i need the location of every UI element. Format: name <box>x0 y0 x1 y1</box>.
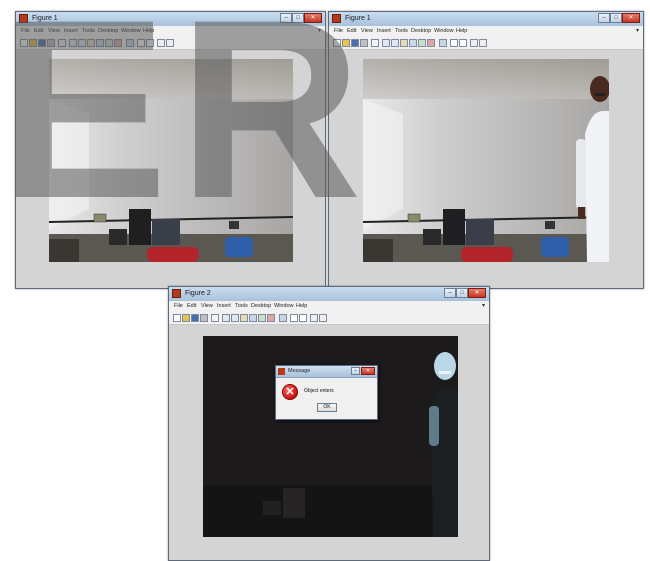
figure-toolbar <box>169 312 489 325</box>
menu-view[interactable]: View <box>361 26 373 37</box>
menu-overflow-icon[interactable]: ▾ <box>482 301 485 312</box>
colorbar-icon[interactable] <box>450 39 458 47</box>
menu-window[interactable]: Window <box>434 26 454 37</box>
menu-desktop[interactable]: Desktop <box>251 301 271 312</box>
open-icon[interactable] <box>182 314 190 322</box>
matlab-icon <box>172 289 181 298</box>
matlab-icon <box>278 368 285 375</box>
show-plot-tools-icon[interactable] <box>319 314 327 322</box>
data-cursor-icon[interactable] <box>258 314 266 322</box>
close-icon[interactable]: ✕ <box>361 367 375 375</box>
link-icon[interactable] <box>279 314 287 322</box>
hide-plot-tools-icon[interactable] <box>310 314 318 322</box>
pan-icon[interactable] <box>400 39 408 47</box>
minimize-icon[interactable]: – <box>351 367 360 375</box>
rotate-icon[interactable] <box>249 314 257 322</box>
menu-tools[interactable]: Tools <box>395 26 408 37</box>
rotate-icon[interactable] <box>409 39 417 47</box>
minimize-icon[interactable]: – <box>444 288 456 298</box>
legend-icon[interactable] <box>299 314 307 322</box>
new-figure-icon[interactable] <box>173 314 181 322</box>
room-with-person-image <box>363 59 609 262</box>
close-icon[interactable]: ✕ <box>622 13 640 23</box>
figure-toolbar <box>329 37 643 50</box>
zoom-in-icon[interactable] <box>382 39 390 47</box>
window-title: Figure 2 <box>185 290 211 297</box>
maximize-icon[interactable]: □ <box>610 13 622 23</box>
menu-desktop[interactable]: Desktop <box>411 26 431 37</box>
menu-insert[interactable]: Insert <box>377 26 391 37</box>
watermark-letter-e: E <box>0 0 169 252</box>
figure-window-3: Figure 2 – □ ✕ File Edit View Insert Too… <box>168 286 490 561</box>
zoom-in-icon[interactable] <box>222 314 230 322</box>
menu-window[interactable]: Window <box>274 301 294 312</box>
pan-icon[interactable] <box>240 314 248 322</box>
menu-insert[interactable]: Insert <box>217 301 231 312</box>
ok-button[interactable]: OK <box>317 403 337 412</box>
menu-overflow-icon[interactable]: ▾ <box>636 26 639 37</box>
message-dialog: Message – ✕ ✕ Object enters OK <box>275 365 378 420</box>
dialog-message: Object enters <box>304 388 334 394</box>
title-bar[interactable]: Figure 1 – □ ✕ <box>329 12 643 27</box>
zoom-out-icon[interactable] <box>391 39 399 47</box>
link-icon[interactable] <box>439 39 447 47</box>
menu-help[interactable]: Help <box>296 301 307 312</box>
camera-frame-person-entering <box>363 59 609 262</box>
error-icon: ✕ <box>282 384 298 400</box>
watermark-letter-r: R <box>178 0 363 252</box>
legend-icon[interactable] <box>459 39 467 47</box>
zoom-out-icon[interactable] <box>231 314 239 322</box>
menu-tools[interactable]: Tools <box>235 301 248 312</box>
edit-plot-icon[interactable] <box>211 314 219 322</box>
minimize-icon[interactable]: – <box>598 13 610 23</box>
data-cursor-icon[interactable] <box>418 39 426 47</box>
colorbar-icon[interactable] <box>290 314 298 322</box>
menu-help[interactable]: Help <box>456 26 467 37</box>
menu-view[interactable]: View <box>201 301 213 312</box>
dialog-title-bar[interactable]: Message – ✕ <box>276 366 377 378</box>
save-icon[interactable] <box>191 314 199 322</box>
edit-plot-icon[interactable] <box>371 39 379 47</box>
print-icon[interactable] <box>200 314 208 322</box>
show-plot-tools-icon[interactable] <box>479 39 487 47</box>
title-bar[interactable]: Figure 2 – □ ✕ <box>169 287 489 302</box>
dialog-title: Message <box>288 368 311 374</box>
brush-icon[interactable] <box>267 314 275 322</box>
figure-window-2: Figure 1 – □ ✕ File Edit View Insert Too… <box>328 11 644 289</box>
maximize-icon[interactable]: □ <box>456 288 468 298</box>
hide-plot-tools-icon[interactable] <box>470 39 478 47</box>
menu-edit[interactable]: Edit <box>187 301 196 312</box>
menu-file[interactable]: File <box>174 301 183 312</box>
brush-icon[interactable] <box>427 39 435 47</box>
close-icon[interactable]: ✕ <box>468 288 486 298</box>
